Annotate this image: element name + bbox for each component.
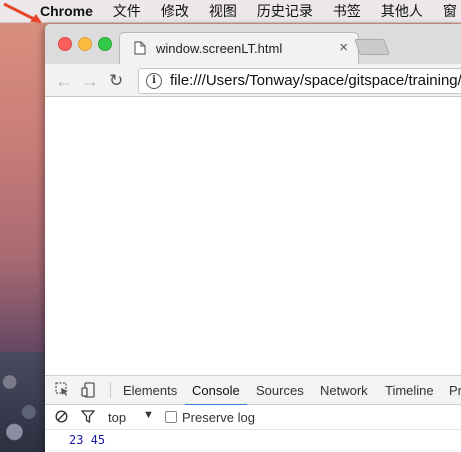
- wallpaper-rocks: [0, 352, 48, 452]
- preserve-log-label[interactable]: Preserve log: [182, 410, 255, 425]
- toolbar-divider: [110, 382, 111, 398]
- tab-strip: window.screenLT.html ×: [45, 24, 461, 65]
- filter-icon[interactable]: [81, 410, 95, 423]
- tab-timeline[interactable]: Timeline: [385, 383, 434, 398]
- address-url[interactable]: file:///Users/Tonway/space/gitspace/trai…: [170, 72, 461, 89]
- window-close-button[interactable]: [58, 37, 72, 51]
- info-icon[interactable]: i: [146, 73, 162, 89]
- menu-people[interactable]: 其他人: [381, 1, 423, 21]
- menu-window[interactable]: 窗: [443, 1, 457, 21]
- inspect-element-icon[interactable]: [55, 382, 70, 397]
- browser-tab[interactable]: window.screenLT.html ×: [119, 32, 359, 65]
- window-zoom-button[interactable]: [98, 37, 112, 51]
- address-bar[interactable]: i file:///Users/Tonway/space/gitspace/tr…: [138, 68, 461, 94]
- chevron-down-icon[interactable]: ▼: [143, 409, 154, 421]
- devtools-panel: Elements Console Sources Network Timelin…: [45, 375, 461, 452]
- menu-app-chrome[interactable]: Chrome: [40, 3, 93, 19]
- reload-button[interactable]: ↻: [109, 71, 123, 91]
- devtools-tabbar: Elements Console Sources Network Timelin…: [45, 376, 461, 406]
- preserve-log-checkbox[interactable]: [165, 411, 177, 423]
- menu-file[interactable]: 文件: [113, 1, 141, 21]
- document-icon: [134, 41, 146, 55]
- browser-toolbar: ← → ↻ i file:///Users/Tonway/space/gitsp…: [45, 64, 461, 97]
- new-tab-button[interactable]: [354, 39, 390, 55]
- menu-view[interactable]: 视图: [209, 1, 237, 21]
- console-message: 23 45: [69, 433, 106, 447]
- tab-title: window.screenLT.html: [156, 41, 283, 56]
- tab-console[interactable]: Console: [185, 383, 247, 406]
- page-viewport[interactable]: [45, 97, 461, 375]
- device-toolbar-icon[interactable]: [81, 382, 95, 398]
- tab-sources[interactable]: Sources: [256, 383, 304, 398]
- menu-edit[interactable]: 修改: [161, 1, 189, 21]
- tab-network[interactable]: Network: [320, 383, 368, 398]
- tab-close-icon[interactable]: ×: [339, 39, 348, 56]
- tab-elements[interactable]: Elements: [123, 383, 177, 398]
- console-output: 23 45 >: [45, 430, 461, 452]
- console-divider: [45, 450, 461, 451]
- window-minimize-button[interactable]: [78, 37, 92, 51]
- tab-profiles[interactable]: Pr: [449, 383, 461, 398]
- context-selector[interactable]: top: [108, 410, 126, 425]
- forward-button[interactable]: →: [81, 71, 99, 92]
- browser-window: window.screenLT.html × ← → ↻ i file:///U…: [45, 24, 461, 452]
- console-toolbar: top ▼ Preserve log: [45, 405, 461, 430]
- back-button[interactable]: ←: [55, 71, 73, 92]
- clear-console-icon[interactable]: [55, 410, 68, 423]
- menu-history[interactable]: 历史记录: [257, 1, 313, 21]
- annotation-arrow-icon: [3, 2, 42, 24]
- menubar: Chrome 文件 修改 视图 历史记录 书签 其他人 窗: [0, 0, 461, 23]
- menu-bookmarks[interactable]: 书签: [333, 1, 361, 21]
